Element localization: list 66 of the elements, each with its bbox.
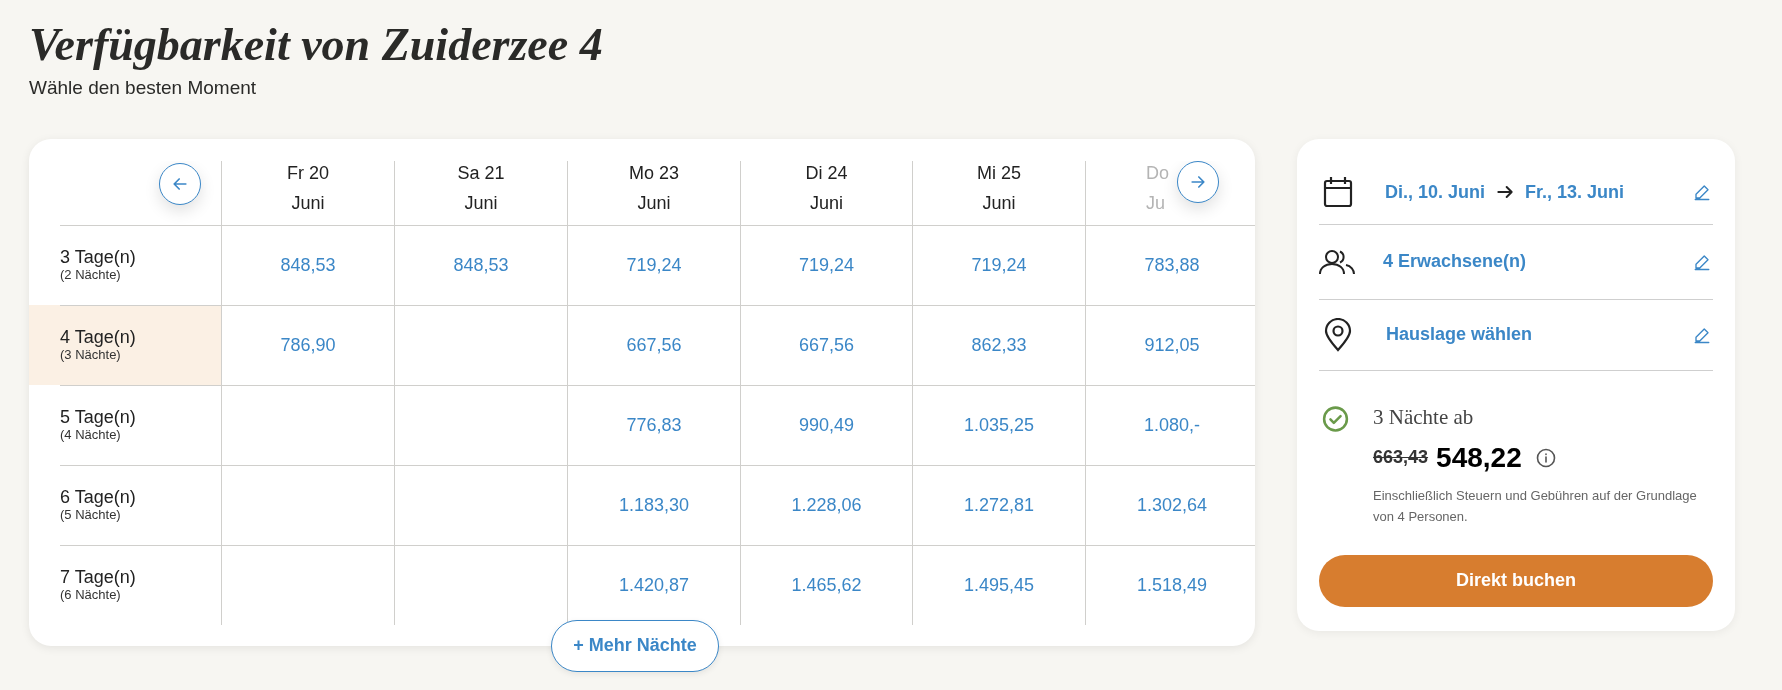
row-sublabel: (5 Nächte) <box>60 507 122 523</box>
next-button[interactable] <box>1177 160 1219 203</box>
column-day: Sa 21 <box>457 160 505 185</box>
edit-icon[interactable] <box>1693 183 1711 201</box>
price-link[interactable]: 786,90 <box>280 331 336 359</box>
row-label: 5 Tage(n) <box>60 407 137 427</box>
price-link[interactable]: 719,24 <box>971 251 1027 279</box>
price-link[interactable]: 1.495,45 <box>963 571 1035 599</box>
edit-icon[interactable] <box>1693 252 1711 271</box>
price-link[interactable]: 1.302,64 <box>1136 491 1208 519</box>
row-sublabel: (4 Nächte) <box>60 427 122 443</box>
column-day: Di 24 <box>805 160 848 185</box>
page-title: Verfügbarkeit von Zuiderzee 4 <box>29 18 604 72</box>
column-month: Juni <box>637 191 671 215</box>
old-price: 663,43 <box>1373 446 1429 469</box>
price-link[interactable]: 1.035,25 <box>963 411 1035 439</box>
row-label: 3 Tage(n) <box>60 247 137 267</box>
column-month: Juni <box>982 191 1016 215</box>
guests-link[interactable]: 4 Erwachsene(n) <box>1383 248 1527 275</box>
price-link[interactable]: 667,56 <box>798 331 855 359</box>
price-link[interactable]: 848,53 <box>280 251 336 279</box>
price-link[interactable]: 1.080,- <box>1143 411 1200 439</box>
more-nights-button[interactable]: + Mehr Nächte <box>551 619 719 672</box>
price: 548,22 <box>1436 440 1522 475</box>
column-day: Mo 23 <box>629 160 679 185</box>
column-month: Ju <box>1146 191 1165 215</box>
calendar-icon <box>1323 176 1353 208</box>
column-day: Fr 20 <box>287 160 329 185</box>
price-link[interactable]: 719,24 <box>626 251 682 279</box>
column-day: Mi 25 <box>977 160 1021 185</box>
previous-button[interactable] <box>159 162 201 205</box>
column-month: Juni <box>464 191 498 215</box>
price-link[interactable]: 1.465,62 <box>791 571 862 599</box>
row-label: 6 Tage(n) <box>60 487 137 507</box>
price-link[interactable]: 783,88 <box>1144 251 1200 279</box>
row-sublabel: (2 Nächte) <box>60 267 122 283</box>
edit-icon[interactable] <box>1693 325 1711 344</box>
price-link[interactable]: 848,53 <box>453 251 509 279</box>
column-month: Juni <box>291 191 325 215</box>
location-link[interactable]: Hauslage wählen <box>1386 321 1533 348</box>
price-link[interactable]: 862,33 <box>971 331 1027 359</box>
price-link[interactable]: 912,05 <box>1144 331 1200 359</box>
nights-summary: 3 Nächte ab <box>1373 403 1475 431</box>
departure-date-link[interactable]: Fr., 13. Juni <box>1525 178 1625 206</box>
price-link[interactable]: 990,49 <box>798 411 855 439</box>
row-sublabel: (6 Nächte) <box>60 587 122 603</box>
row-label: 4 Tage(n) <box>60 327 137 347</box>
price-note: Einschließlich Steuern und Gebühren auf der Grundlage von 4 Personen. <box>1373 486 1698 526</box>
row-label: 7 Tage(n) <box>60 567 137 587</box>
price-link[interactable]: 1.183,30 <box>618 491 690 519</box>
price-link[interactable]: 719,24 <box>798 251 855 279</box>
column-month: Juni <box>810 191 843 215</box>
page-subtitle: Wähle den besten Moment <box>29 76 258 100</box>
price-link[interactable]: 1.420,87 <box>618 571 690 599</box>
column-day: Do <box>1146 160 1169 185</box>
book-now-button[interactable]: Direkt buchen <box>1319 554 1713 607</box>
price-link[interactable]: 667,56 <box>626 331 682 359</box>
price-link[interactable]: 1.272,81 <box>963 491 1035 519</box>
price-link[interactable]: 1.518,49 <box>1136 571 1208 599</box>
price-link[interactable]: 776,83 <box>626 411 682 439</box>
row-sublabel: (3 Nächte) <box>60 347 122 363</box>
info-icon[interactable] <box>1535 447 1556 468</box>
arrival-date-link[interactable]: Di., 10. Juni <box>1385 178 1486 206</box>
people-icon <box>1319 248 1355 275</box>
price-link[interactable]: 1.228,06 <box>791 491 862 519</box>
location-pin-icon <box>1324 317 1352 352</box>
